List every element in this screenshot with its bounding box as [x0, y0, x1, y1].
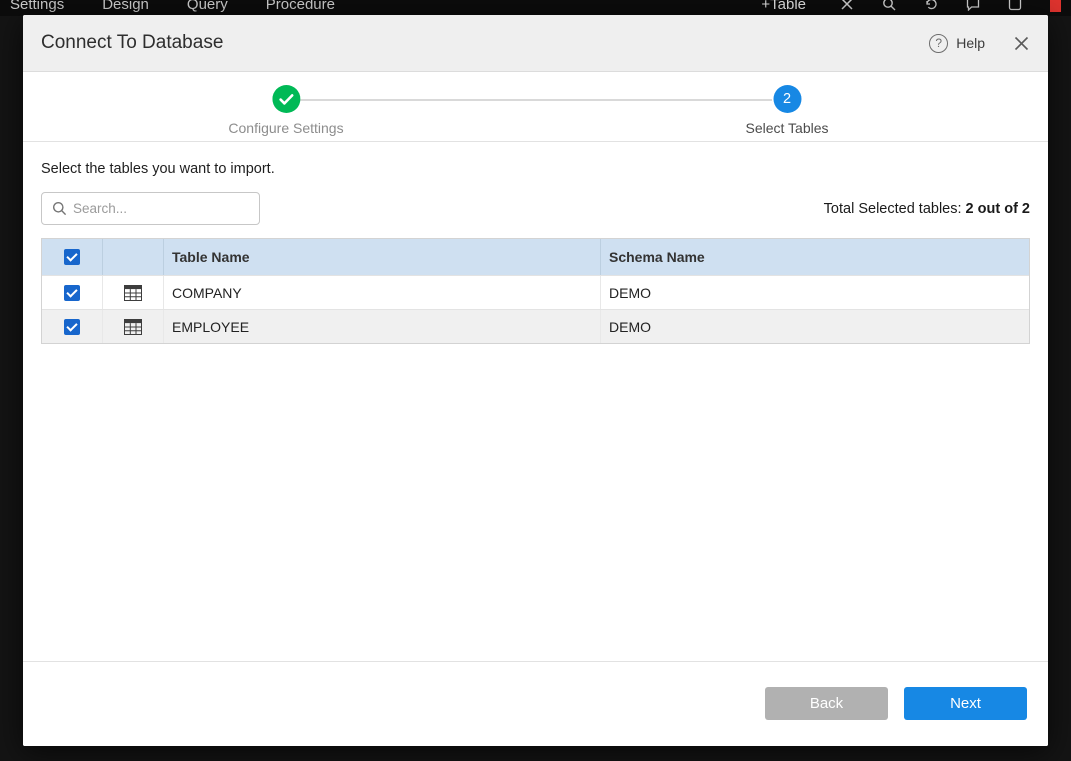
- column-header-schema-name: Schema Name: [601, 239, 1029, 275]
- search-input[interactable]: [73, 193, 259, 224]
- back-button[interactable]: Back: [765, 687, 888, 720]
- background-topbar: Settings Design Query Procedure +Table: [0, 0, 1071, 16]
- cell-schema-name: DEMO: [601, 310, 1029, 343]
- modal-title: Connect To Database: [41, 32, 223, 54]
- help-icon: ?: [929, 34, 948, 53]
- instruction-text: Select the tables you want to import.: [41, 161, 1030, 177]
- next-button[interactable]: Next: [904, 687, 1027, 720]
- tab-procedure[interactable]: Procedure: [266, 0, 335, 13]
- connect-to-database-modal: Connect To Database ? Help Configure Set…: [23, 15, 1048, 746]
- modal-body: Select the tables you want to import. To…: [23, 161, 1048, 344]
- tab-settings[interactable]: Settings: [10, 0, 64, 13]
- modal-footer: Back Next: [23, 661, 1048, 746]
- table-icon: [124, 285, 142, 301]
- table-header-row: Table Name Schema Name: [42, 239, 1029, 275]
- step-label-select-tables: Select Tables: [745, 120, 828, 136]
- summary-label: Total Selected tables:: [824, 201, 962, 217]
- step-complete-icon: [272, 85, 300, 113]
- step-configure-settings[interactable]: Configure Settings: [228, 85, 343, 136]
- stepper-connector: [300, 99, 772, 101]
- step-label-configure-settings: Configure Settings: [228, 120, 343, 136]
- search-icon: [52, 201, 67, 216]
- help-button[interactable]: ? Help: [929, 34, 985, 53]
- column-header-table-name: Table Name: [164, 239, 601, 275]
- table-icon-column-header: [103, 239, 164, 275]
- tables-list: Table Name Schema Name COMPANY DEMO: [41, 238, 1030, 344]
- notification-badge: [1050, 0, 1061, 12]
- cell-schema-name: DEMO: [601, 276, 1029, 309]
- search-box: [41, 192, 260, 225]
- cell-table-name: COMPANY: [164, 276, 601, 309]
- table-row[interactable]: EMPLOYEE DEMO: [42, 309, 1029, 343]
- stepper: Configure Settings 2 Select Tables: [23, 72, 1048, 142]
- table-icon: [124, 319, 142, 335]
- close-icon[interactable]: [1013, 35, 1030, 52]
- comment-icon[interactable]: [966, 0, 980, 11]
- help-label: Help: [956, 35, 985, 51]
- tab-design[interactable]: Design: [102, 0, 149, 13]
- search-icon[interactable]: [882, 0, 896, 11]
- add-table-button[interactable]: +Table: [761, 0, 806, 13]
- close-icon[interactable]: [840, 0, 854, 11]
- step-number-icon: 2: [773, 85, 801, 113]
- row-checkbox[interactable]: [64, 319, 80, 335]
- grid-icon[interactable]: [1008, 0, 1022, 11]
- table-row[interactable]: COMPANY DEMO: [42, 275, 1029, 309]
- cell-table-name: EMPLOYEE: [164, 310, 601, 343]
- tab-query[interactable]: Query: [187, 0, 228, 13]
- row-checkbox[interactable]: [64, 285, 80, 301]
- undo-icon[interactable]: [924, 0, 938, 11]
- modal-header: Connect To Database ? Help: [23, 15, 1048, 72]
- summary-value: 2 out of 2: [966, 201, 1030, 217]
- select-all-checkbox[interactable]: [64, 249, 80, 265]
- step-select-tables[interactable]: 2 Select Tables: [745, 85, 828, 136]
- selected-summary: Total Selected tables: 2 out of 2: [824, 201, 1030, 217]
